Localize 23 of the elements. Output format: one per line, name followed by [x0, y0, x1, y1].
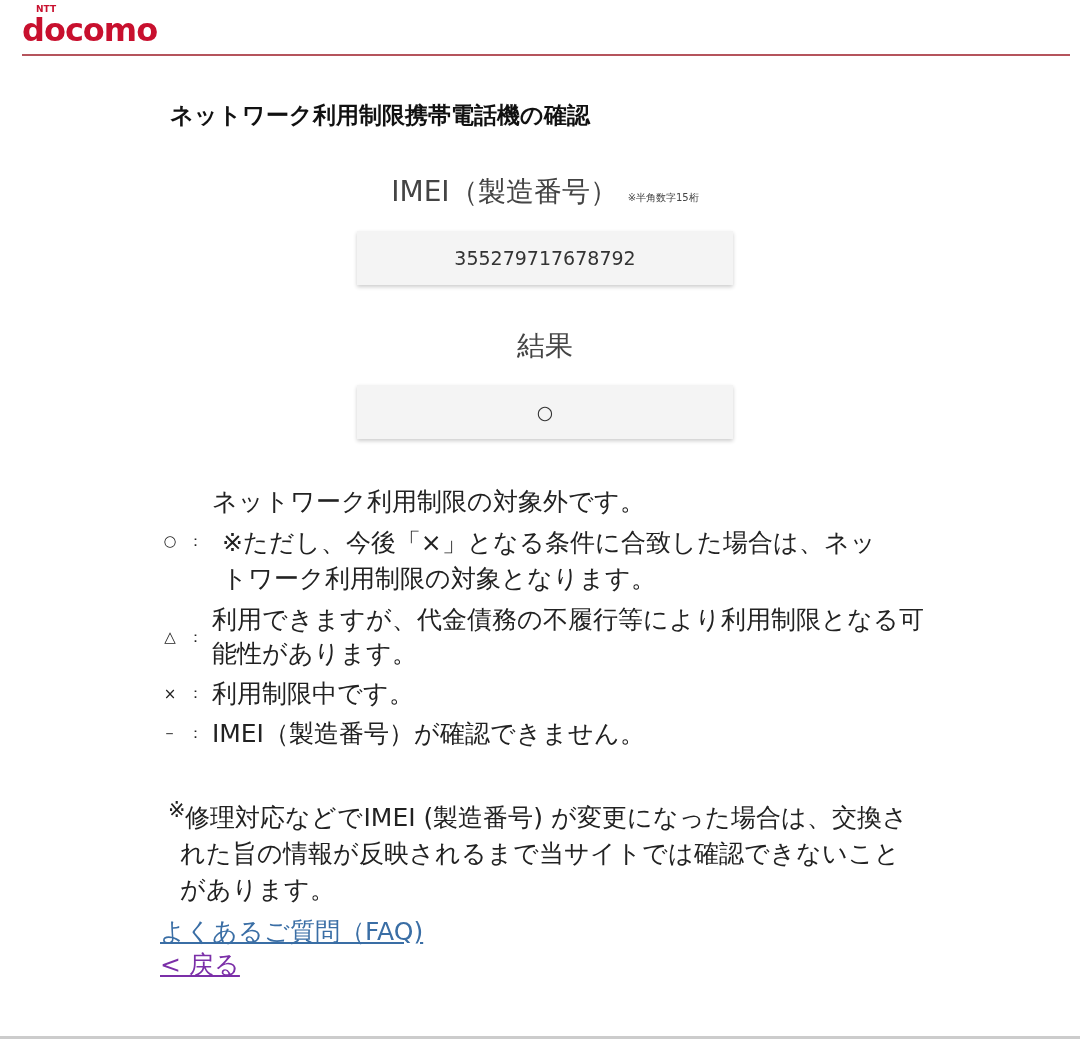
page-title: ネットワーク利用制限携帯電話機の確認	[170, 101, 592, 130]
legend-text: ネットワーク利用制限の対象外です。	[211, 486, 646, 518]
imei-field[interactable]: 355279717678792	[357, 231, 733, 285]
imei-hint: ※半角数字15桁	[627, 191, 699, 205]
legend-symbol: ○	[162, 532, 178, 551]
result-label: 結果	[517, 328, 573, 364]
docomo-logo: NTT docomo	[22, 5, 158, 46]
legend-separator: ：	[187, 531, 205, 551]
text-link[interactable]: < 戻る	[160, 948, 240, 982]
legend-symbol: ×	[162, 684, 178, 703]
legend-text: IMEI（製造番号）が確認できません。	[211, 717, 646, 750]
legend-text: 利用制限中です。	[211, 677, 415, 710]
text-link[interactable]: よくあるご質問（FAQ)	[160, 916, 424, 949]
legend-symbol: －	[161, 723, 179, 743]
legend-separator: ：	[187, 684, 205, 704]
footnote-text: $^{※}$修理対応などでIMEI (製造番号) が変更になった場合は、交換された旨の情報が反映されるまで当サイトでは確認できないことがあります。	[167, 796, 909, 907]
legend-separator: ：	[187, 723, 205, 743]
legend-note: ※ただし、今後「×」となる条件に合致した場合は、ネットワーク利用制限の対象となります。	[220, 526, 877, 595]
legend-symbol: △	[163, 628, 177, 646]
result-field: ○	[357, 385, 733, 439]
legend-separator: ：	[187, 627, 205, 647]
imei-label: IMEI（製造番号）	[391, 174, 618, 210]
legend-text: 利用できますが、代金債務の不履行等により利用制限となる可能性があります。	[211, 604, 925, 670]
